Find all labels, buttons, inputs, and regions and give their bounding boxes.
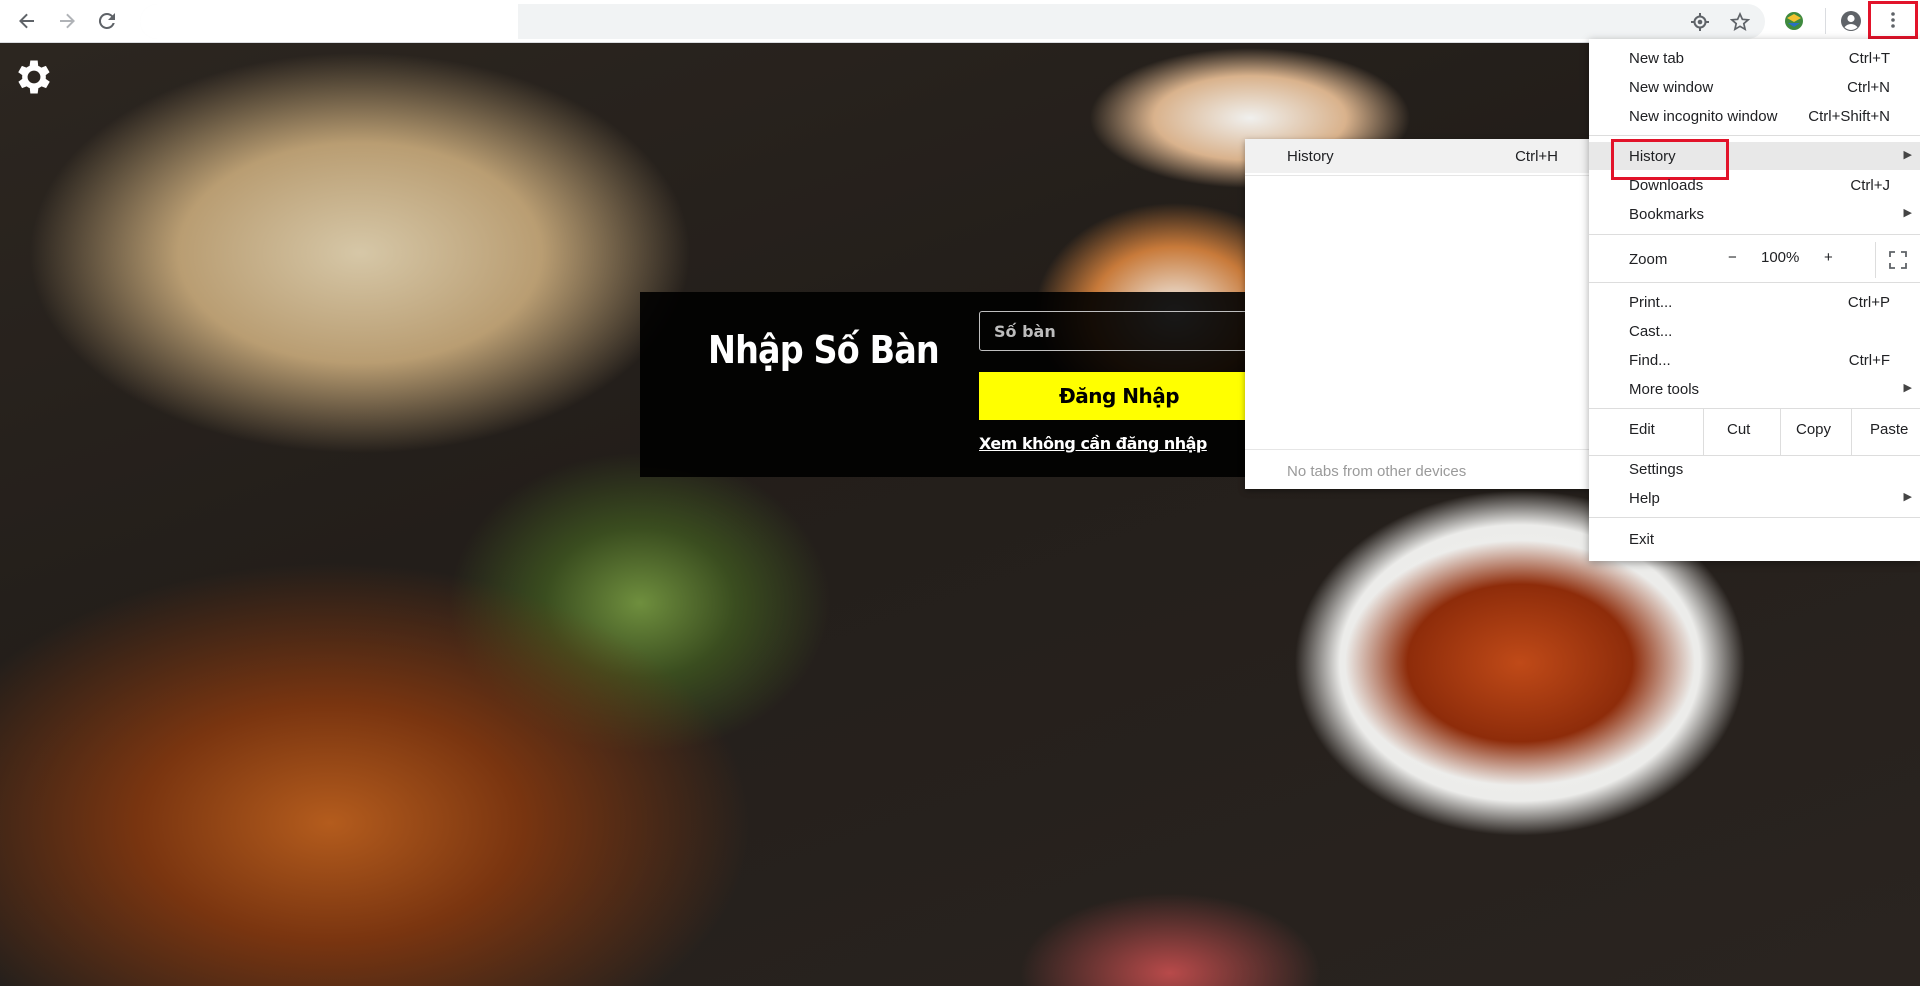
menu-divider bbox=[1589, 135, 1920, 136]
cut-button[interactable]: Cut bbox=[1727, 421, 1750, 438]
menu-divider bbox=[1589, 234, 1920, 235]
zoom-level: 100% bbox=[1761, 249, 1800, 266]
menu-item-label: Settings bbox=[1629, 461, 1684, 478]
edit-label: Edit bbox=[1629, 421, 1655, 438]
reload-button[interactable] bbox=[92, 6, 122, 36]
menu-divider bbox=[1589, 282, 1920, 283]
gear-icon bbox=[18, 60, 50, 94]
submenu-arrow-icon: ▶ bbox=[1903, 207, 1912, 219]
fullscreen-icon bbox=[1888, 251, 1907, 269]
submenu-history-shortcut: Ctrl+H bbox=[1515, 148, 1558, 165]
paste-button[interactable]: Paste bbox=[1870, 421, 1908, 438]
browser-toolbar bbox=[0, 0, 1920, 43]
copy-button[interactable]: Copy bbox=[1796, 421, 1831, 438]
menu-item-shortcut: Ctrl+N bbox=[1847, 79, 1890, 96]
edit-divider bbox=[1851, 409, 1852, 455]
menu-item-shortcut: Ctrl+J bbox=[1850, 177, 1890, 194]
submenu-arrow-icon: ▶ bbox=[1903, 382, 1912, 394]
submenu-arrow-icon: ▶ bbox=[1903, 149, 1912, 161]
menu-item-label: Help bbox=[1629, 490, 1660, 507]
menu-item-settings[interactable]: Settings bbox=[1589, 455, 1920, 483]
zoom-in-button[interactable]: + bbox=[1824, 249, 1833, 266]
login-button[interactable]: Đăng Nhập bbox=[979, 372, 1259, 420]
menu-item-downloads[interactable]: Downloads Ctrl+J bbox=[1589, 171, 1920, 199]
star-icon[interactable] bbox=[1728, 10, 1752, 34]
submenu-arrow-icon: ▶ bbox=[1903, 491, 1912, 503]
menu-item-new-window[interactable]: New window Ctrl+N bbox=[1589, 73, 1920, 101]
no-other-devices-text: No tabs from other devices bbox=[1287, 463, 1467, 480]
menu-item-shortcut: Ctrl+F bbox=[1848, 352, 1890, 369]
arrow-left-icon bbox=[19, 13, 34, 29]
submenu-history-label: History bbox=[1287, 148, 1334, 165]
submenu-divider bbox=[1245, 175, 1592, 176]
menu-item-bookmarks[interactable]: Bookmarks ▶ bbox=[1589, 200, 1920, 228]
view-without-login-link[interactable]: Xem không cần đăng nhập bbox=[979, 434, 1207, 453]
settings-button[interactable] bbox=[12, 55, 56, 99]
login-panel: Nhập Số Bàn Đăng Nhập Xem không cần đăng… bbox=[640, 292, 1259, 477]
menu-item-shortcut: Ctrl+T bbox=[1848, 50, 1890, 67]
menu-item-label: Print... bbox=[1629, 294, 1673, 311]
profile-icon[interactable] bbox=[1836, 6, 1866, 36]
menu-item-label: Exit bbox=[1629, 531, 1655, 548]
address-input[interactable] bbox=[140, 4, 518, 39]
menu-item-find[interactable]: Find... Ctrl+F bbox=[1589, 346, 1920, 374]
location-icon[interactable] bbox=[1688, 10, 1712, 34]
menu-item-shortcut: Ctrl+P bbox=[1847, 294, 1890, 311]
menu-item-cast[interactable]: Cast... bbox=[1589, 317, 1920, 345]
menu-item-print[interactable]: Print... Ctrl+P bbox=[1589, 288, 1920, 316]
submenu-history-item[interactable]: History Ctrl+H bbox=[1245, 139, 1592, 173]
history-submenu: History Ctrl+H No tabs from other device… bbox=[1245, 139, 1592, 489]
menu-item-shortcut: Ctrl+Shift+N bbox=[1808, 108, 1890, 125]
reload-icon bbox=[98, 12, 115, 29]
menu-item-new-incognito-window[interactable]: New incognito window Ctrl+Shift+N bbox=[1589, 102, 1920, 130]
chrome-menu: New tab Ctrl+T New window Ctrl+N New inc… bbox=[1589, 39, 1920, 561]
menu-item-zoom: Zoom bbox=[1589, 241, 1920, 277]
menu-item-label: Downloads bbox=[1629, 177, 1704, 194]
arrow-right-icon bbox=[60, 13, 75, 29]
menu-item-more-tools[interactable]: More tools ▶ bbox=[1589, 375, 1920, 403]
back-button[interactable] bbox=[12, 6, 42, 36]
menu-item-label: Bookmarks bbox=[1629, 206, 1705, 223]
zoom-out-button[interactable]: − bbox=[1728, 249, 1737, 266]
fullscreen-button[interactable] bbox=[1875, 242, 1920, 278]
edit-divider bbox=[1703, 409, 1704, 455]
toolbar-divider bbox=[1825, 8, 1826, 34]
menu-item-label: More tools bbox=[1629, 381, 1700, 398]
menu-item-label: Cast... bbox=[1629, 323, 1673, 340]
submenu-divider bbox=[1245, 449, 1592, 450]
menu-item-label: New window bbox=[1629, 79, 1714, 96]
menu-item-new-tab[interactable]: New tab Ctrl+T bbox=[1589, 44, 1920, 72]
menu-button-highlight bbox=[1868, 1, 1918, 39]
menu-item-label: Find... bbox=[1629, 352, 1671, 369]
extension-icon[interactable] bbox=[1779, 6, 1809, 36]
menu-item-exit[interactable]: Exit bbox=[1589, 525, 1920, 553]
edit-divider bbox=[1780, 409, 1781, 455]
menu-divider bbox=[1589, 517, 1920, 518]
forward-button[interactable] bbox=[52, 6, 82, 36]
menu-item-help[interactable]: Help ▶ bbox=[1589, 484, 1920, 512]
address-bar[interactable] bbox=[140, 4, 1765, 39]
login-title: Nhập Số Bàn bbox=[708, 328, 940, 372]
menu-item-label: New tab bbox=[1629, 50, 1685, 67]
menu-divider bbox=[1589, 408, 1920, 409]
table-number-input[interactable] bbox=[979, 311, 1259, 351]
zoom-label: Zoom bbox=[1629, 251, 1668, 268]
menu-item-label: New incognito window bbox=[1629, 108, 1778, 125]
